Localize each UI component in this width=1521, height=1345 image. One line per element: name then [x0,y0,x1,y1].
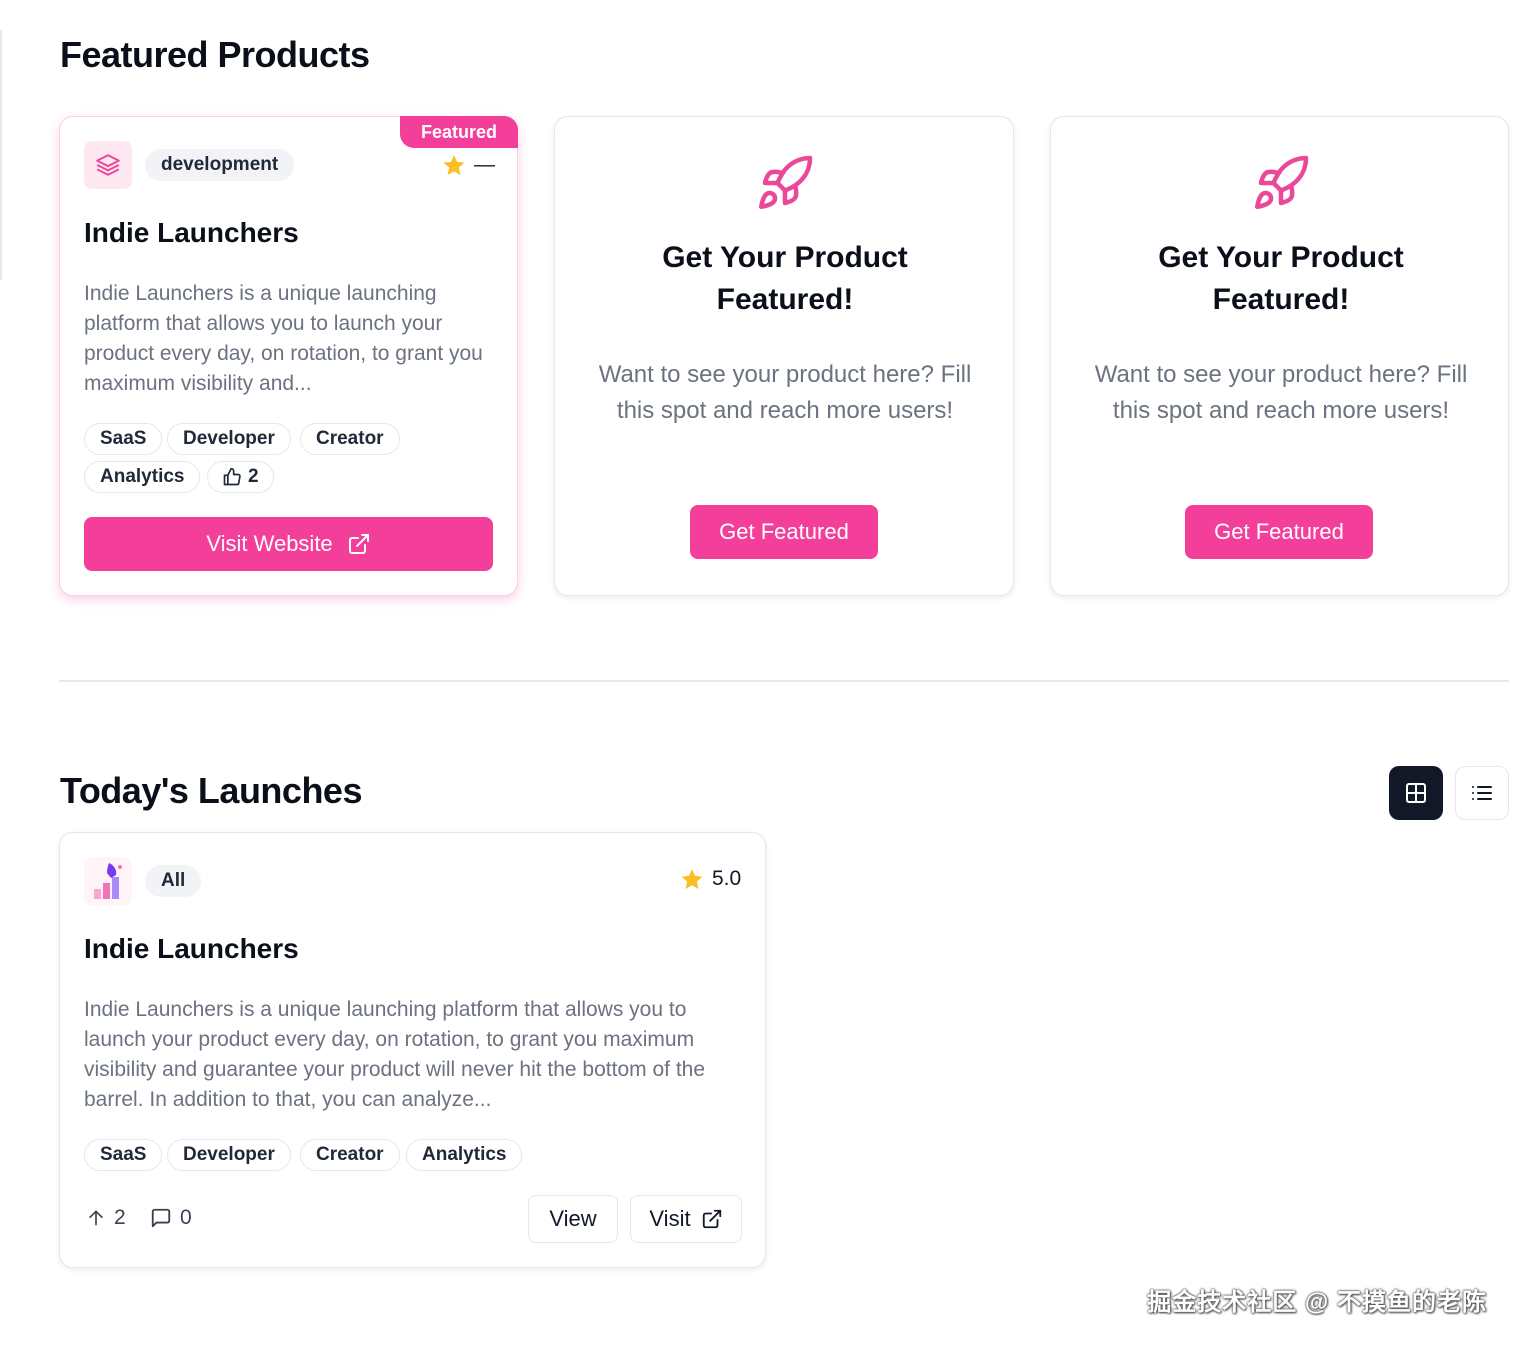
tag-saas[interactable]: SaaS [84,1139,163,1171]
tag-creator[interactable]: Creator [300,423,400,455]
tag-creator[interactable]: Creator [300,1139,400,1171]
featured-product-card[interactable]: Featured development — Indie Launchers I… [59,116,518,596]
view-button[interactable]: View [528,1195,618,1243]
category-badge[interactable]: development [145,149,295,181]
thumbs-up-icon [223,467,241,486]
launches-section-title: Today's Launches [60,770,362,811]
visit-website-label: Visit Website [206,531,333,556]
get-featured-button[interactable]: Get Featured [690,505,878,559]
visit-label: Visit [649,1206,691,1231]
message-square-icon [151,1208,171,1228]
arrow-up-icon [89,1210,103,1226]
grid-view-button[interactable] [1389,766,1443,820]
list-icon [1472,786,1492,800]
product-logo [84,141,132,189]
promo-card: Get Your Product Featured! Want to see y… [1050,116,1509,596]
watermark: 掘金技术社区 @ 不摸鱼的老陈 [1147,1289,1487,1316]
promo-description: Want to see your product here? Fill this… [1094,361,1468,424]
product-description: Indie Launchers is a unique launching pl… [84,282,483,395]
product-logo [84,857,132,905]
launch-card[interactable]: All 5.0 Indie Launchers Indie Launchers … [59,832,766,1268]
tag-analytics[interactable]: Analytics [84,461,201,493]
promo-description: Want to see your product here? Fill this… [598,361,972,424]
category-badge[interactable]: All [145,865,202,897]
product-title[interactable]: Indie Launchers [84,217,299,249]
promo-card: Get Your Product Featured! Want to see y… [554,116,1014,596]
tag-developer[interactable]: Developer [167,423,291,455]
grid-icon [1406,783,1426,803]
rating-value: 5.0 [712,867,742,890]
layers-icon [96,154,120,176]
upvote-button[interactable]: 2 [86,1206,126,1230]
featured-ribbon: Featured [400,116,518,148]
visit-button[interactable]: Visit [630,1195,742,1243]
rocket-icon [759,155,813,209]
product-description: Indie Launchers is a unique launching pl… [84,998,706,1111]
featured-section-title: Featured Products [60,34,370,75]
external-link-icon [348,534,369,554]
tag-developer[interactable]: Developer [167,1139,291,1171]
like-button[interactable]: 2 [207,461,274,493]
product-title[interactable]: Indie Launchers [84,933,299,965]
promo-title: Get Your Product Featured! [662,241,908,316]
featured-rating: — [442,153,495,177]
get-featured-button[interactable]: Get Featured [1185,505,1373,559]
visit-website-button[interactable]: Visit Website [84,517,493,571]
launch-rating: 5.0 [680,867,741,891]
rocket-icon [1255,155,1309,209]
external-link-icon [702,1209,721,1229]
promo-title: Get Your Product Featured! [1158,241,1404,316]
comment-count: 0 [180,1206,192,1229]
tag-saas[interactable]: SaaS [84,423,163,455]
star-icon [681,869,703,889]
upvote-count: 2 [114,1206,126,1229]
rating-value: — [474,153,495,176]
like-count: 2 [248,466,259,487]
star-icon [443,155,465,175]
rocket-chart-logo-icon [94,863,122,899]
list-view-button[interactable] [1455,766,1509,820]
tag-analytics[interactable]: Analytics [406,1139,523,1171]
section-divider [59,680,1509,682]
comments-button[interactable]: 0 [150,1206,192,1230]
left-rail [0,30,2,280]
